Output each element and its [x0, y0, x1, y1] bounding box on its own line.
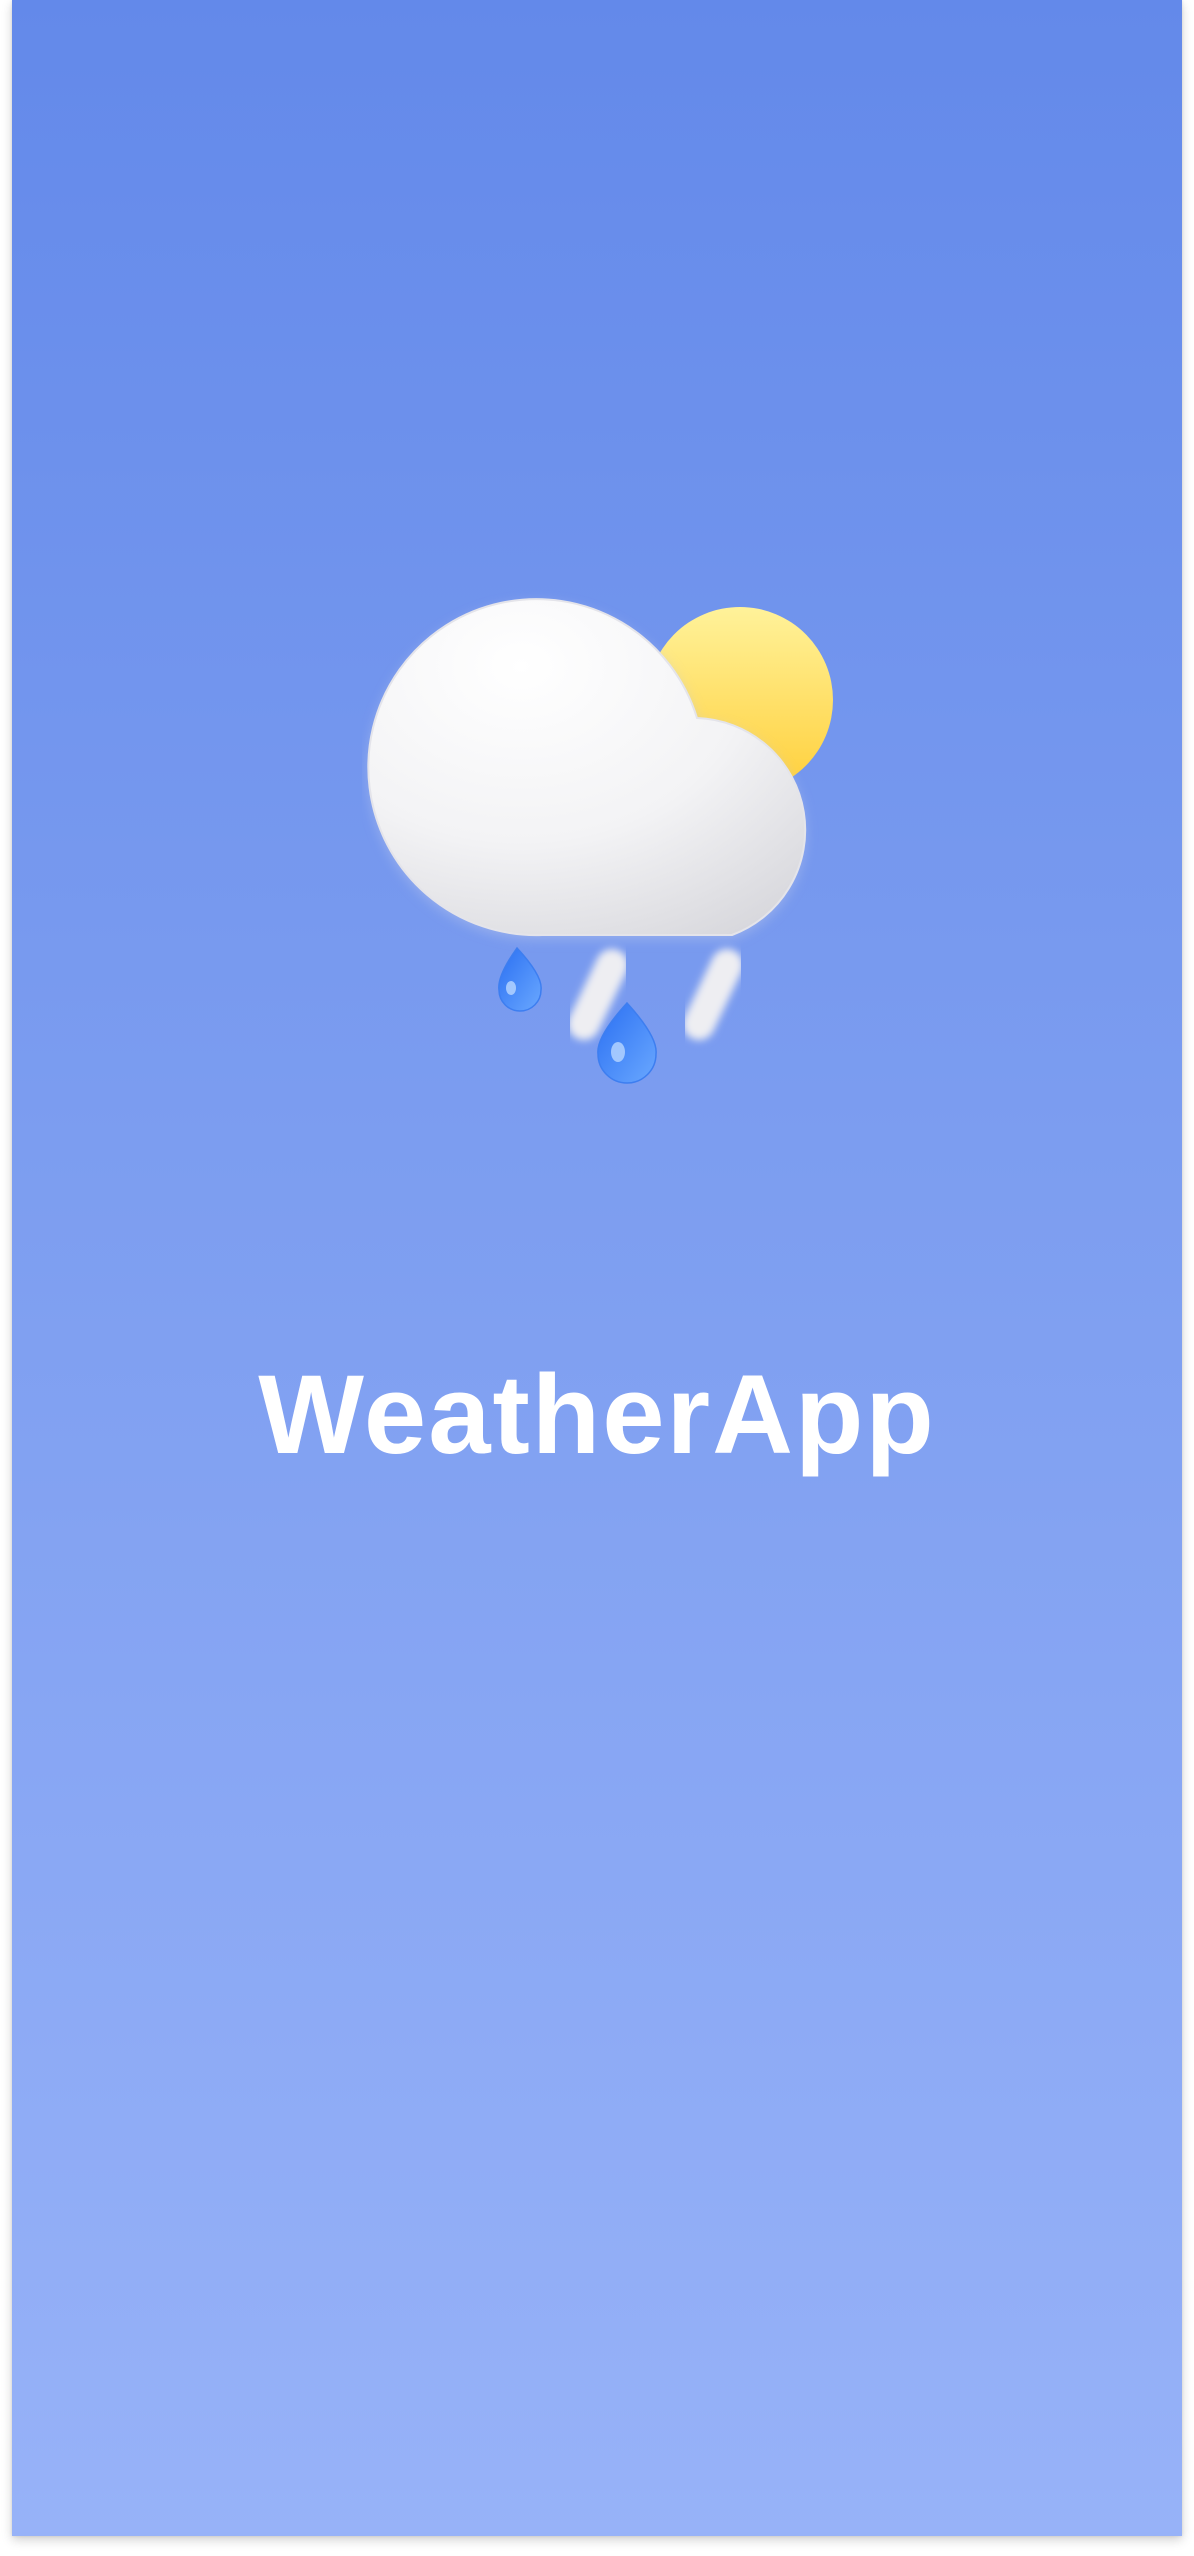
sleet-streak [683, 949, 743, 1040]
app-title: WeatherApp [258, 1352, 936, 1477]
raindrop [597, 1001, 657, 1084]
sun-cloud-rain-icon [367, 598, 833, 1084]
splash-screen: WeatherApp [12, 0, 1182, 2536]
sleet-streak [568, 949, 628, 1040]
raindrop [498, 946, 542, 1012]
